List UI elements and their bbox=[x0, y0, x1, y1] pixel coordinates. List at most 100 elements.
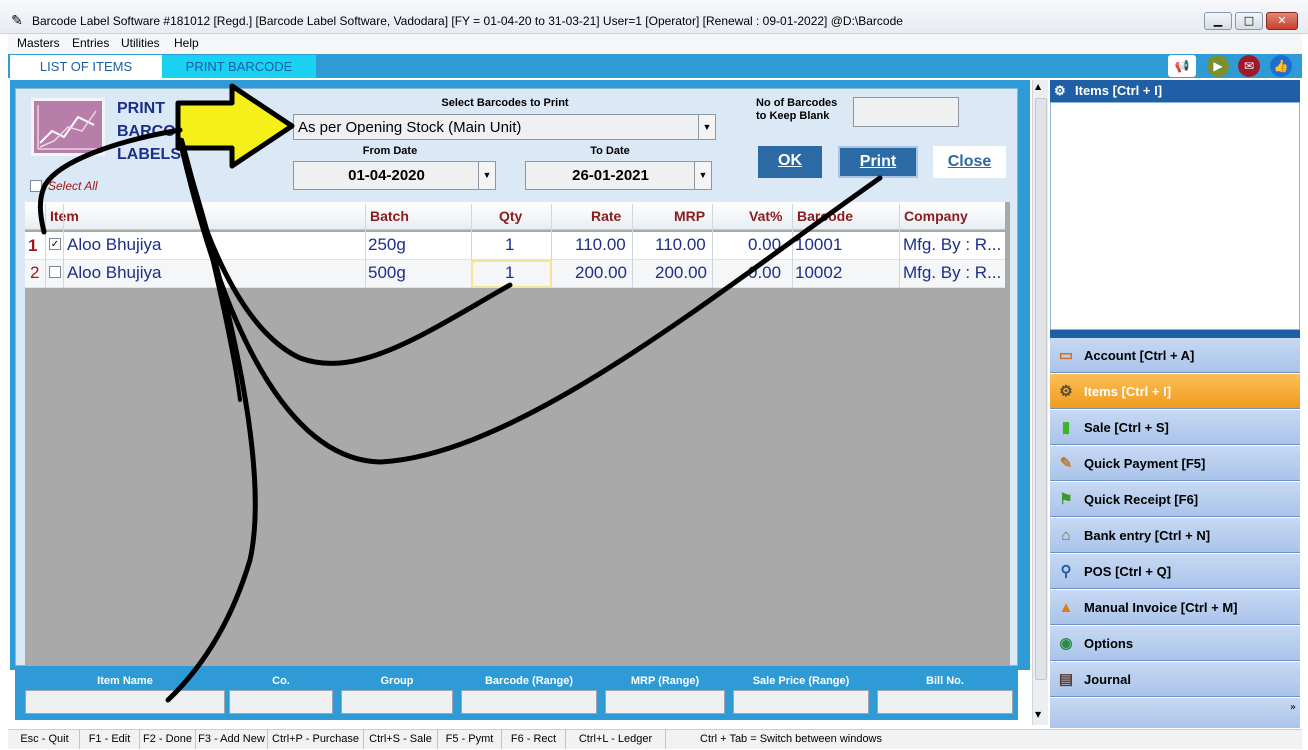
flag-icon: ⚑ bbox=[1059, 491, 1073, 508]
from-date-label: From Date bbox=[362, 145, 418, 157]
blank-count-label-1: No of Barcodes bbox=[756, 97, 838, 109]
minimize-button[interactable]: ▁ bbox=[1204, 12, 1232, 30]
maximize-button[interactable]: □ bbox=[1235, 12, 1263, 30]
menu-bar bbox=[8, 34, 1302, 54]
status-f3: F3 - Add New bbox=[196, 729, 268, 749]
chevron-down-icon[interactable]: ▼ bbox=[698, 115, 715, 139]
to-date-field[interactable]: 26-01-2021 ▼ bbox=[525, 161, 712, 190]
cell-barcode[interactable]: 10002 bbox=[795, 263, 842, 283]
cell-mrp[interactable]: 200.00 bbox=[655, 263, 707, 283]
chevron-down-icon[interactable]: ▼ bbox=[694, 162, 711, 189]
table-row[interactable] bbox=[25, 232, 1005, 260]
nav-pos[interactable]: ⚲ POS [Ctrl + Q] bbox=[1050, 554, 1300, 589]
filter-bill-no-label: Bill No. bbox=[926, 675, 964, 687]
items-panel-title: Items [Ctrl + I] bbox=[1075, 83, 1163, 98]
close-button[interactable]: Close bbox=[933, 146, 1006, 178]
nav-quick-payment[interactable]: ✎ Quick Payment [F5] bbox=[1050, 446, 1300, 481]
select-barcodes-dropdown[interactable]: As per Opening Stock (Main Unit) ▼ bbox=[293, 114, 716, 140]
tab-list-of-items[interactable]: LIST OF ITEMS bbox=[10, 55, 162, 78]
status-f5: F5 - Pymt bbox=[438, 729, 502, 749]
cell-mrp[interactable]: 110.00 bbox=[655, 235, 706, 255]
chat-bubble-icon[interactable]: ✉ bbox=[1238, 55, 1260, 77]
nav-account[interactable]: ▭ Account [Ctrl + A] bbox=[1050, 338, 1300, 373]
video-icon[interactable]: ▶ bbox=[1207, 55, 1229, 77]
select-all-checkbox[interactable] bbox=[30, 180, 42, 192]
cell-qty[interactable]: 1 bbox=[505, 263, 514, 283]
menu-entries[interactable]: Entries bbox=[72, 36, 109, 50]
vertical-scrollbar[interactable]: ▲ ▼ bbox=[1032, 80, 1048, 725]
panel-overflow-bar[interactable]: » bbox=[1050, 698, 1300, 728]
filter-group-input[interactable] bbox=[341, 690, 453, 714]
scroll-thumb[interactable] bbox=[1035, 98, 1047, 680]
cell-vat[interactable]: 0.00 bbox=[748, 263, 781, 283]
pos-icon: ⚲ bbox=[1060, 563, 1072, 580]
filter-item-name-input[interactable] bbox=[25, 690, 225, 714]
filter-mrp-input[interactable] bbox=[605, 690, 725, 714]
col-mrp-header[interactable]: MRP bbox=[674, 208, 705, 224]
menu-masters[interactable]: Masters bbox=[17, 36, 60, 50]
status-esc: Esc - Quit bbox=[10, 729, 80, 749]
cell-item[interactable]: Aloo Bhujiya bbox=[67, 263, 162, 283]
tab-print-barcode[interactable]: PRINT BARCODE bbox=[162, 55, 316, 78]
nav-sale[interactable]: ▮ Sale [Ctrl + S] bbox=[1050, 410, 1300, 445]
cell-batch[interactable]: 250g bbox=[368, 235, 406, 255]
close-window-button[interactable]: ✕ bbox=[1266, 12, 1298, 30]
cell-rate[interactable]: 200.00 bbox=[575, 263, 627, 283]
cylinder-icon: ▮ bbox=[1061, 419, 1071, 436]
menu-help[interactable]: Help bbox=[174, 36, 199, 50]
ok-button[interactable]: OK bbox=[758, 146, 822, 178]
nav-items[interactable]: ⚙ Items [Ctrl + I] bbox=[1050, 374, 1300, 409]
megaphone-icon[interactable]: 📢 bbox=[1168, 55, 1196, 77]
filter-bill-no-input[interactable] bbox=[877, 690, 1013, 714]
cell-item[interactable]: Aloo Bhujiya bbox=[67, 235, 162, 255]
scroll-down-icon[interactable]: ▼ bbox=[1035, 710, 1041, 719]
filter-barcode-label: Barcode (Range) bbox=[484, 675, 574, 687]
blank-count-input[interactable] bbox=[853, 97, 959, 127]
items-icon: ⚙ bbox=[1059, 383, 1073, 400]
col-barcode-header[interactable]: Barcode bbox=[797, 208, 853, 224]
cell-qty[interactable]: 1 bbox=[505, 235, 514, 255]
status-f1: F1 - Edit bbox=[80, 729, 140, 749]
filter-mrp-label: MRP (Range) bbox=[630, 675, 700, 687]
print-button[interactable]: Print bbox=[838, 146, 918, 178]
cell-batch[interactable]: 500g bbox=[368, 263, 406, 283]
bank-icon: ⌂ bbox=[1061, 527, 1071, 544]
cell-vat[interactable]: 0.00 bbox=[748, 235, 781, 255]
nav-bank-entry[interactable]: ⌂ Bank entry [Ctrl + N] bbox=[1050, 518, 1300, 553]
nav-options[interactable]: ◉ Options bbox=[1050, 626, 1300, 661]
panel-splitter[interactable] bbox=[1050, 330, 1300, 338]
nav-quick-receipt[interactable]: ⚑ Quick Receipt [F6] bbox=[1050, 482, 1300, 517]
row-number: 1 bbox=[28, 236, 38, 255]
items-panel-list[interactable] bbox=[1050, 102, 1300, 330]
filter-barcode-input[interactable] bbox=[461, 690, 597, 714]
status-f2: F2 - Done bbox=[140, 729, 196, 749]
col-qty-header[interactable]: Qty bbox=[499, 208, 522, 224]
cell-company[interactable]: Mfg. By : R... bbox=[903, 235, 1001, 255]
nav-manual-invoice[interactable]: ▲ Manual Invoice [Ctrl + M] bbox=[1050, 590, 1300, 625]
from-date-field[interactable]: 01-04-2020 ▼ bbox=[293, 161, 496, 190]
thumbs-up-icon[interactable]: 👍 bbox=[1270, 55, 1292, 77]
nav-journal[interactable]: ▤ Journal bbox=[1050, 662, 1300, 697]
cell-company[interactable]: Mfg. By : R... bbox=[903, 263, 1001, 283]
col-vat-header[interactable]: Vat% bbox=[749, 208, 782, 224]
col-batch-header[interactable]: Batch bbox=[370, 208, 409, 224]
col-company-header[interactable]: Company bbox=[904, 208, 968, 224]
filter-group-label: Group bbox=[380, 675, 414, 687]
row-checkbox[interactable]: ✓ bbox=[49, 238, 61, 250]
col-item-header[interactable]: Item bbox=[50, 208, 79, 224]
to-date-label: To Date bbox=[590, 145, 630, 157]
row-checkbox[interactable] bbox=[49, 266, 61, 278]
menu-utilities[interactable]: Utilities bbox=[121, 36, 160, 50]
status-ctrl-l: Ctrl+L - Ledger bbox=[566, 729, 666, 749]
chevron-double-down-icon[interactable]: » bbox=[1290, 702, 1296, 713]
scroll-up-icon[interactable]: ▲ bbox=[1035, 82, 1041, 91]
col-rate-header[interactable]: Rate bbox=[591, 208, 621, 224]
chat-icon: ▭ bbox=[1058, 347, 1074, 364]
cell-rate[interactable]: 110.00 bbox=[575, 235, 626, 255]
filter-sale-price-input[interactable] bbox=[733, 690, 869, 714]
chevron-down-icon[interactable]: ▼ bbox=[478, 162, 495, 189]
row-number: 2 bbox=[30, 263, 40, 282]
items-icon: ⚙ bbox=[1054, 83, 1066, 98]
filter-co-input[interactable] bbox=[229, 690, 333, 714]
cell-barcode[interactable]: 10001 bbox=[795, 235, 842, 255]
